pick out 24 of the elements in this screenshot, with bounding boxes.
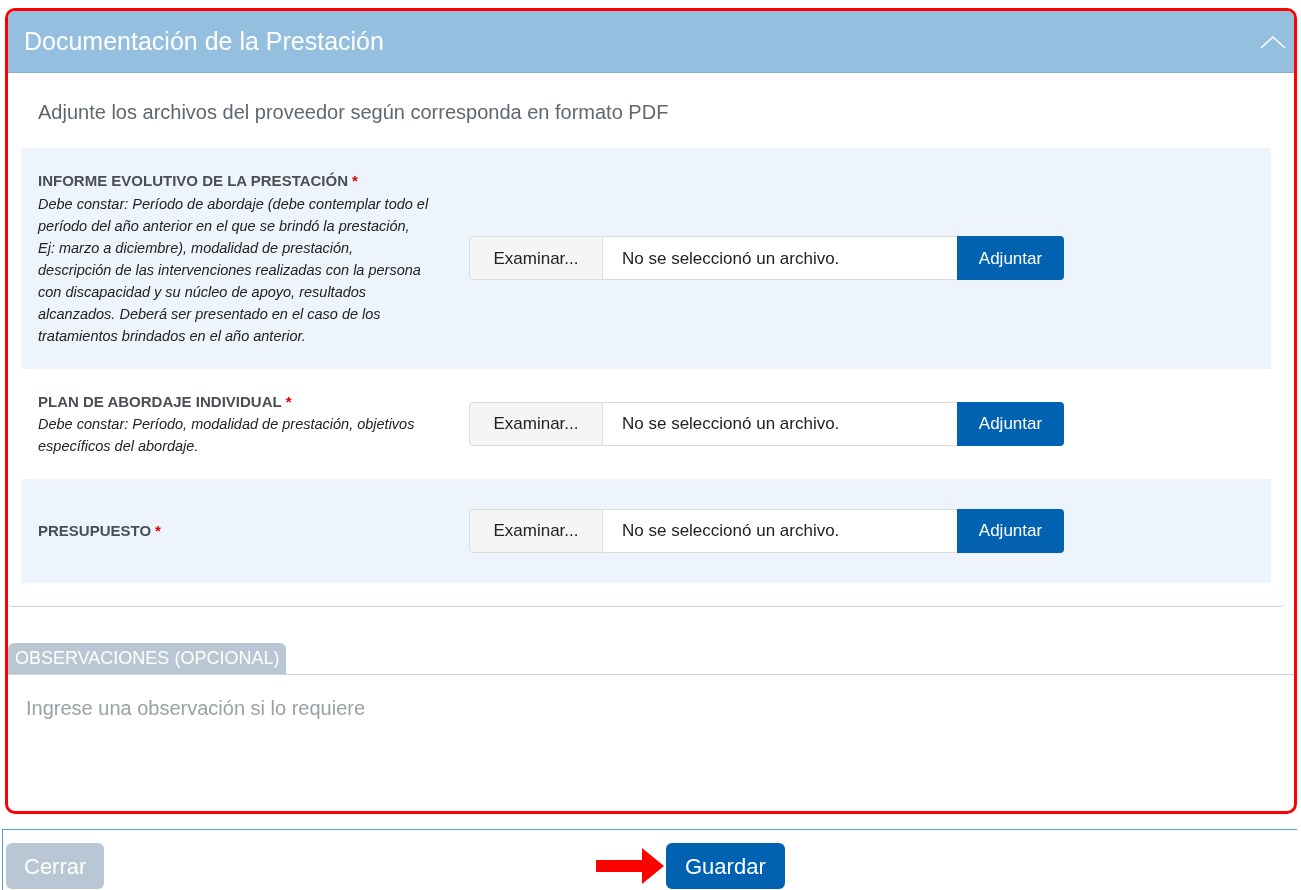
browse-button[interactable]: Examinar... — [469, 509, 603, 553]
document-description: Debe constar: Período de abordaje (debe contemplar todo el período del año anterior en el que se brindó la prestación, Ej: marzo a diciembre), modalidad de prestación, descripción de las intervenciones realizadas con la persona con discapacidad y su núcleo de apoyo, resultados alcanzados. Deberá ser presentado en el caso de los tratamientos brindados en el año anterior. — [38, 194, 430, 346]
attach-button[interactable]: Adjuntar — [957, 401, 1064, 446]
document-title: INFORME EVOLUTIVO DE LA PRESTACIÓN — [38, 171, 348, 191]
browse-button[interactable]: Examinar... — [469, 236, 603, 281]
file-status-field: No se seleccionó un archivo. — [603, 236, 957, 281]
observations-label: OBSERVACIONES (OPCIONAL) — [8, 643, 287, 674]
save-button[interactable]: Guardar — [666, 843, 785, 889]
file-status-field: No se seleccionó un archivo. — [603, 401, 957, 446]
attach-button[interactable]: Adjuntar — [957, 236, 1064, 281]
attach-button[interactable]: Adjuntar — [957, 509, 1064, 553]
chevron-up-icon[interactable] — [1260, 34, 1286, 49]
required-mark: * — [285, 391, 292, 412]
instruction-text: Adjunte los archivos del proveedor según corresponda en formato PDF — [37, 100, 670, 125]
observations-field[interactable]: Ingrese una observación si lo requiere — [8, 674, 1294, 811]
browse-button[interactable]: Examinar... — [469, 401, 603, 446]
required-mark: * — [155, 520, 161, 541]
arrow-icon — [596, 848, 664, 884]
document-title: PLAN DE ABORDAJE INDIVIDUAL — [38, 391, 282, 412]
document-description: Debe constar: Período, modalidad de prestación, objetivos específicos del abordaje. — [38, 415, 416, 456]
panel-title: Documentación de la Prestación — [24, 25, 384, 57]
required-mark: * — [352, 171, 358, 191]
file-status-field: No se seleccionó un archivo. — [603, 509, 957, 553]
document-title: PRESUPUESTO — [38, 520, 152, 541]
